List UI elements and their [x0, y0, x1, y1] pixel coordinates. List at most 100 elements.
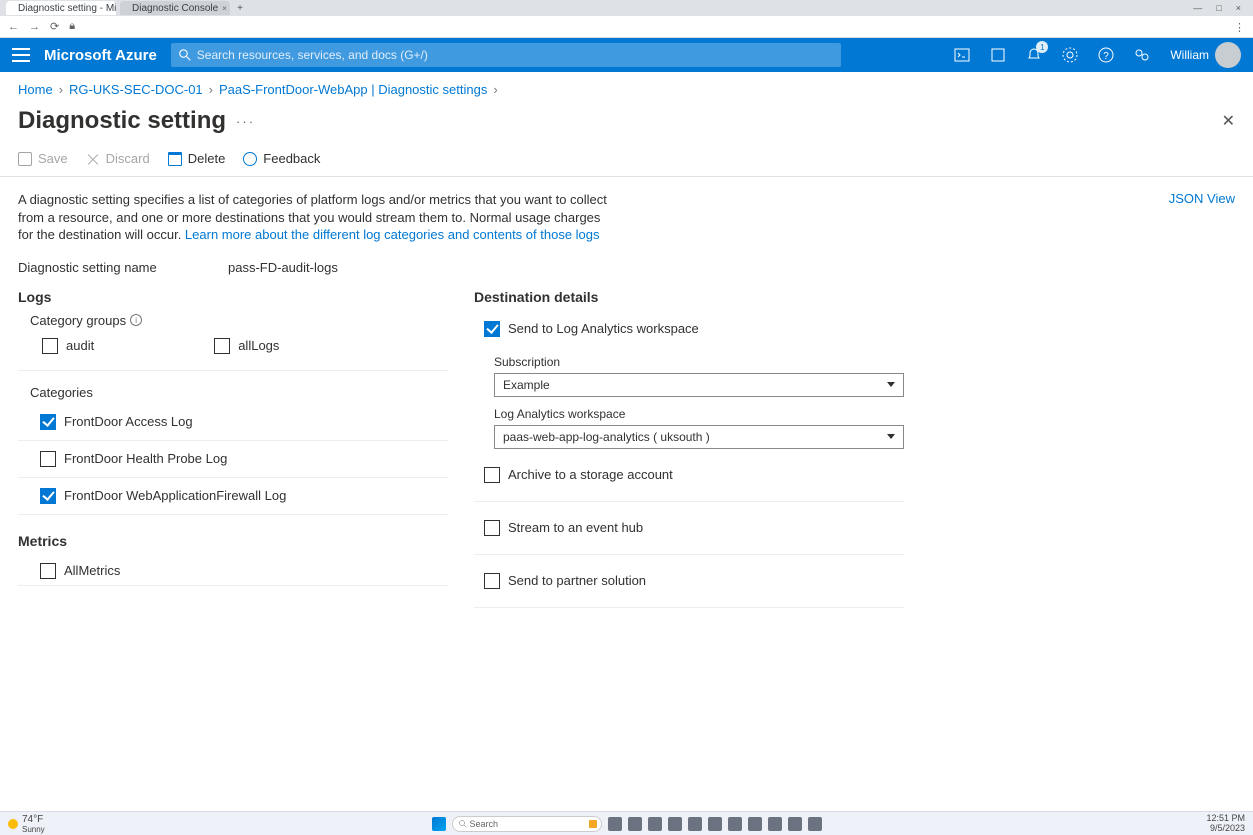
metrics-heading: Metrics	[18, 533, 448, 549]
task-icon[interactable]	[708, 817, 722, 831]
save-button: Save	[18, 151, 68, 166]
avatar	[1215, 42, 1241, 68]
json-view-link[interactable]: JSON View	[1169, 191, 1235, 206]
allmetrics-label: AllMetrics	[64, 563, 120, 578]
lock-icon: 🔒︎	[69, 20, 75, 33]
weather-temp: 74°F	[22, 814, 45, 825]
settings-icon[interactable]	[1062, 47, 1078, 63]
system-clock[interactable]: 12:51 PM 9/5/2023	[1206, 814, 1245, 834]
discard-button: Discard	[86, 151, 150, 166]
help-icon[interactable]: ?	[1098, 47, 1114, 63]
windows-taskbar: 74°F Sunny Search 12:51 PM 9/5/2023	[0, 811, 1253, 835]
task-icon[interactable]	[648, 817, 662, 831]
new-tab-button[interactable]: +	[234, 3, 246, 14]
task-icon[interactable]	[788, 817, 802, 831]
search-icon	[179, 49, 191, 61]
brand[interactable]: Microsoft Azure	[44, 47, 157, 64]
maximize-window-icon[interactable]: □	[1216, 3, 1221, 13]
copilot-icon[interactable]	[990, 47, 1006, 63]
name-label: Diagnostic setting name	[18, 260, 228, 275]
cat-waf-checkbox[interactable]	[40, 488, 56, 504]
dest-partner-checkbox[interactable]	[484, 573, 500, 589]
task-icon[interactable]	[808, 817, 822, 831]
dest-eventhub-label: Stream to an event hub	[508, 520, 643, 535]
weather-cond: Sunny	[22, 825, 45, 834]
task-icon[interactable]	[768, 817, 782, 831]
task-icon[interactable]	[608, 817, 622, 831]
browser-tab-inactive[interactable]: Diagnostic Console ×	[120, 1, 230, 15]
dest-storage-label: Archive to a storage account	[508, 467, 673, 482]
azure-top-bar: Microsoft Azure 1 ? William	[0, 38, 1253, 72]
task-icon[interactable]	[628, 817, 642, 831]
dest-eventhub-checkbox[interactable]	[484, 520, 500, 536]
tab-title: Diagnostic Console	[132, 3, 218, 14]
chevron-down-icon	[887, 382, 895, 387]
more-actions-icon[interactable]: ···	[236, 114, 255, 129]
feedback-button[interactable]: Feedback	[243, 151, 320, 166]
audit-checkbox[interactable]	[42, 338, 58, 354]
chevron-right-icon: ›	[209, 82, 213, 97]
close-tab-icon[interactable]: ×	[222, 4, 227, 13]
alllogs-label: allLogs	[238, 338, 279, 353]
browser-tab-active[interactable]: Diagnostic setting - Microsoft A ×	[6, 1, 116, 15]
notifications-icon[interactable]: 1	[1026, 47, 1042, 63]
dest-storage-checkbox[interactable]	[484, 467, 500, 483]
workspace-value: paas-web-app-log-analytics ( uksouth )	[503, 430, 710, 444]
task-icon[interactable]	[668, 817, 682, 831]
dest-law-label: Send to Log Analytics workspace	[508, 321, 699, 336]
cloud-shell-icon[interactable]	[954, 47, 970, 63]
audit-label: audit	[66, 338, 94, 353]
cat-accesslog-checkbox[interactable]	[40, 414, 56, 430]
search-icon	[459, 820, 467, 828]
allmetrics-checkbox[interactable]	[40, 563, 56, 579]
cat-healthprobe-checkbox[interactable]	[40, 451, 56, 467]
trash-icon	[168, 152, 182, 166]
feedback-icon[interactable]	[1134, 47, 1150, 63]
dest-partner-label: Send to partner solution	[508, 573, 646, 588]
destination-heading: Destination details	[474, 289, 904, 305]
browser-tab-strip: Diagnostic setting - Microsoft A × Diagn…	[0, 0, 1253, 16]
description: A diagnostic setting specifies a list of…	[18, 191, 618, 244]
weather-widget[interactable]: 74°F Sunny	[8, 814, 45, 834]
svg-text:?: ?	[1104, 51, 1110, 62]
back-icon[interactable]: ←	[8, 21, 19, 33]
task-icon[interactable]	[688, 817, 702, 831]
global-search-input[interactable]	[197, 48, 833, 62]
cat-accesslog-label: FrontDoor Access Log	[64, 414, 193, 429]
alllogs-checkbox[interactable]	[214, 338, 230, 354]
feedback-icon	[243, 152, 257, 166]
task-icon[interactable]	[748, 817, 762, 831]
crumb-rg[interactable]: RG-UKS-SEC-DOC-01	[69, 82, 203, 97]
task-icon[interactable]	[728, 817, 742, 831]
subscription-select[interactable]: Example	[494, 373, 904, 397]
breadcrumb: Home › RG-UKS-SEC-DOC-01 › PaaS-FrontDoo…	[0, 72, 1253, 101]
cat-healthprobe-label: FrontDoor Health Probe Log	[64, 451, 227, 466]
name-value: pass-FD-audit-logs	[228, 260, 338, 275]
crumb-resource[interactable]: PaaS-FrontDoor-WebApp | Diagnostic setti…	[219, 82, 487, 97]
user-menu[interactable]: William	[1170, 42, 1241, 68]
delete-button[interactable]: Delete	[168, 151, 226, 166]
learn-more-link[interactable]: Learn more about the different log categ…	[185, 227, 600, 242]
info-icon[interactable]: i	[130, 314, 142, 326]
notification-badge: 1	[1036, 41, 1048, 53]
minimize-window-icon[interactable]: —	[1193, 3, 1202, 13]
start-icon[interactable]	[432, 817, 446, 831]
save-icon	[18, 152, 32, 166]
crumb-home[interactable]: Home	[18, 82, 53, 97]
global-search[interactable]	[171, 43, 841, 67]
close-window-icon[interactable]: ×	[1236, 3, 1241, 13]
dest-law-checkbox[interactable]	[484, 321, 500, 337]
taskbar-search[interactable]: Search	[452, 816, 602, 832]
sun-icon	[8, 819, 18, 829]
close-blade-icon[interactable]: ✕	[1222, 111, 1235, 131]
tab-title: Diagnostic setting - Microsoft A	[18, 3, 116, 14]
workspace-label: Log Analytics workspace	[494, 407, 904, 421]
subscription-label: Subscription	[494, 355, 904, 369]
workspace-select[interactable]: paas-web-app-log-analytics ( uksouth )	[494, 425, 904, 449]
chevron-right-icon: ›	[493, 82, 497, 97]
ext-icon[interactable]: ⋮	[1234, 21, 1245, 32]
menu-icon[interactable]	[12, 48, 30, 62]
forward-icon[interactable]: →	[29, 21, 40, 33]
blade-toolbar: Save Discard Delete Feedback	[0, 145, 1253, 177]
reload-icon[interactable]: ⟳	[50, 20, 59, 33]
